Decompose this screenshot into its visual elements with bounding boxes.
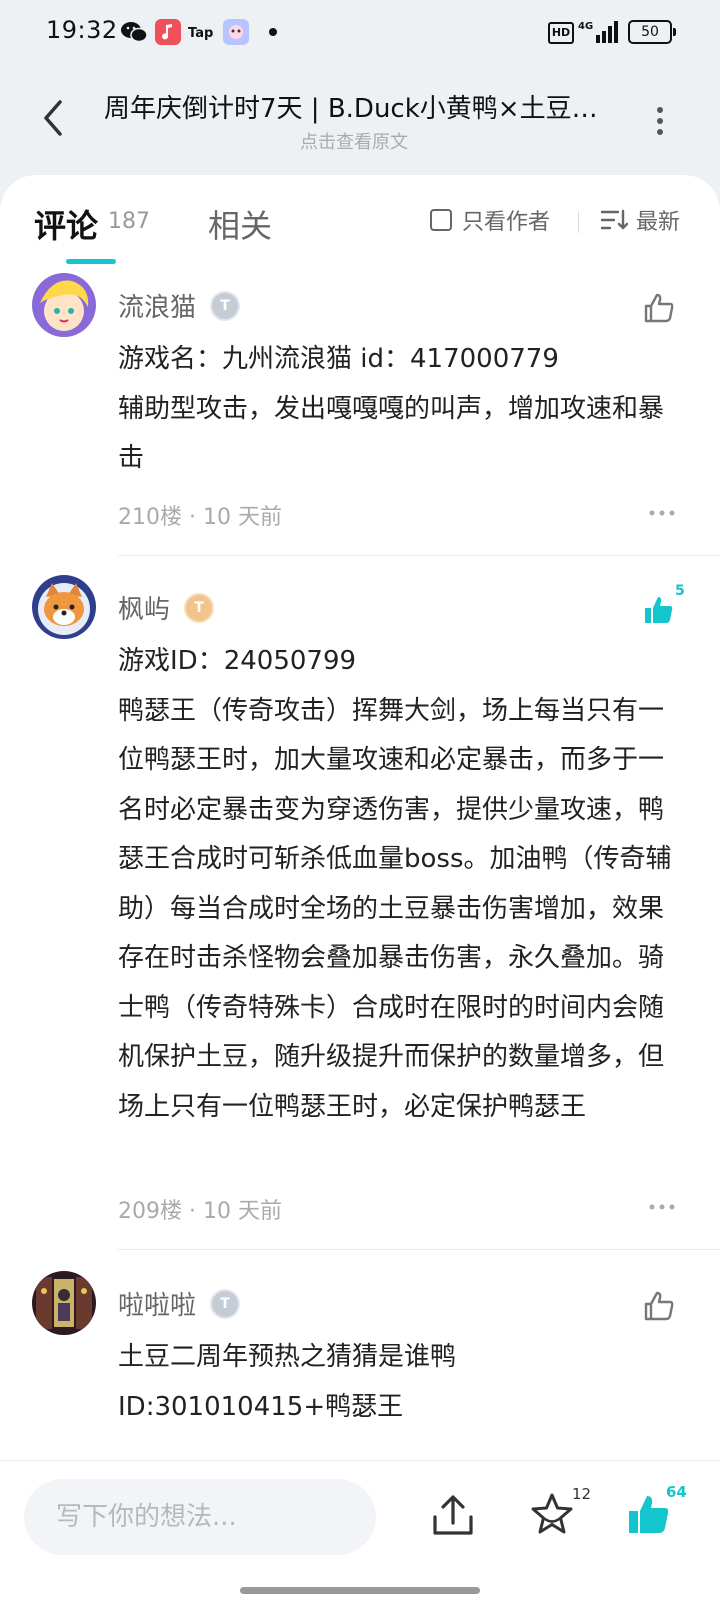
more-vertical-icon[interactable] [656,106,664,136]
comment-line: 游戏名：九州流浪猫 id：417000779 [118,344,559,374]
like-total-count: 64 [666,1483,687,1501]
like-icon[interactable] [642,1289,676,1323]
view-original-link[interactable]: 点击查看原文 [104,128,604,154]
tab-comments[interactable]: 评论 [34,201,98,247]
page-title[interactable]: 周年庆倒计时7天 | B.Duck小黄鸭×土豆… [104,88,604,125]
comment-body: 土豆二周年预热之猜猜是谁鸭 ID:301010415+鸭瑟王 [118,1333,678,1432]
comment-item: 流浪猫 T 游戏名：九州流浪猫 id：417000779 辅助型攻击，发出嘎嘎嘎… [0,273,720,563]
liked-icon[interactable] [642,593,676,627]
avatar[interactable] [32,1271,96,1335]
active-tab-indicator [66,259,116,264]
comment-line: ID:301010415+鸭瑟王 [118,1391,404,1422]
like-count: 5 [675,583,685,599]
avatar[interactable] [32,273,96,337]
avatar-image [32,273,96,337]
comments-count: 187 [108,209,150,234]
username[interactable]: 流浪猫 [118,287,196,324]
tab-bar: 评论 187 相关 只看作者 最新 [0,175,720,265]
notification-dot-icon [269,28,277,36]
avatar-image [32,1271,96,1335]
comment-item: 枫屿 T 5 游戏ID：24050799 鸭瑟王（传奇攻击）挥舞大剑，场上每当只… [0,575,720,1255]
network-type: 4G [578,21,593,32]
tap-badge-icon: T [184,593,214,623]
favorite-count: 12 [572,1485,592,1503]
share-icon[interactable] [430,1493,476,1539]
comment-meta: 209楼 · 10 天前 [118,1199,282,1224]
comment-line: 鸭瑟王（传奇攻击）挥舞大剑，场上每当只有一位鸭瑟王时，加大量攻速和必定暴击，而多… [118,695,672,1122]
avatar[interactable] [32,575,96,639]
back-arrow-icon[interactable] [38,96,68,140]
sort-icon [600,209,628,230]
more-horizontal-icon[interactable] [648,1203,676,1211]
status-time: 19:32 [46,16,118,44]
comments-sheet: 评论 187 相关 只看作者 最新 流浪猫 T 游戏名：九州流浪猫 id：417… [0,175,720,1475]
bottom-action-bar: 写下你的想法... 12 64 [0,1460,720,1606]
battery-indicator: 50 [628,20,676,44]
status-bar: 19:32 Tap HD 4G 50 [0,0,720,66]
tap-app-icon: Tap [188,26,213,41]
sort-label: 最新 [636,210,681,235]
comment-meta: 210楼 · 10 天前 [118,505,282,530]
svg-text:Tap: Tap [188,26,213,41]
avatar-image [32,575,96,639]
wechat-icon [121,22,148,43]
signal-icon: 4G [578,21,618,43]
comment-divider [118,555,720,556]
like-icon[interactable] [642,291,676,325]
author-only-filter[interactable]: 只看作者 [430,205,550,235]
author-only-checkbox[interactable] [430,209,452,231]
tab-related[interactable]: 相关 [208,201,272,247]
comment-body: 游戏名：九州流浪猫 id：417000779 辅助型攻击，发出嘎嘎嘎的叫声，增加… [118,335,678,484]
home-indicator[interactable] [240,1587,480,1594]
favorite-star-icon[interactable] [528,1491,576,1539]
sort-button[interactable]: 最新 [600,205,680,235]
more-horizontal-icon[interactable] [648,509,676,517]
music-app-icon [155,19,181,45]
comment-line: 游戏ID：24050799 [118,646,357,676]
article-header: 周年庆倒计时7天 | B.Duck小黄鸭×土豆… 点击查看原文 [0,70,720,170]
comment-body: 游戏ID：24050799 鸭瑟王（传奇攻击）挥舞大剑，场上每当只有一位鸭瑟王时… [118,637,678,1132]
comment-item: 啦啦啦 T 土豆二周年预热之猜猜是谁鸭 ID:301010415+鸭瑟王 [0,1271,720,1471]
author-only-label: 只看作者 [462,210,551,235]
username[interactable]: 枫屿 [118,589,170,626]
tap-badge-icon: T [210,1289,240,1319]
tap-badge-icon: T [210,291,240,321]
comment-input[interactable]: 写下你的想法... [24,1479,376,1555]
comment-line: 辅助型攻击，发出嘎嘎嘎的叫声，增加攻速和暴击 [118,393,665,474]
comment-line: 土豆二周年预热之猜猜是谁鸭 [118,1342,457,1372]
game-app-icon [223,19,249,45]
username[interactable]: 啦啦啦 [118,1285,196,1322]
divider [578,211,579,233]
hd-badge: HD [548,22,574,44]
comment-divider [118,1249,720,1250]
